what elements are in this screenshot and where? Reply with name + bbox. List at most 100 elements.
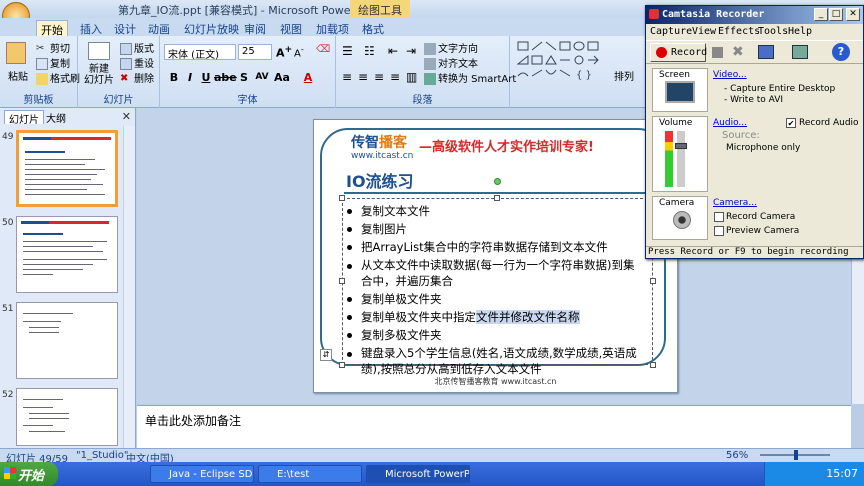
zoom-slider-thumb[interactable] [794, 450, 798, 460]
smartart-button[interactable]: 转换为 SmartArt [424, 70, 516, 85]
webcam-icon[interactable] [673, 211, 691, 229]
thumbnail-row[interactable]: 51 [0, 302, 134, 382]
stop-icon[interactable] [712, 47, 723, 58]
video-settings-link[interactable]: Video... [713, 70, 747, 80]
grow-font-button[interactable]: A+ [276, 44, 292, 60]
volume-slider-track[interactable] [677, 131, 685, 187]
align-text-button[interactable]: 对齐文本 [424, 55, 478, 70]
record-button[interactable]: Record [650, 43, 707, 62]
delete-slide-button[interactable]: ✖ 删除 [120, 70, 154, 85]
justify-button[interactable]: ≡ [390, 70, 400, 84]
resize-handle[interactable] [494, 195, 500, 201]
cut-button[interactable]: ✂ 剪切 [36, 40, 70, 55]
autofit-options-icon[interactable]: ⇵ [320, 349, 332, 361]
tab-home[interactable]: 开始 [36, 20, 68, 37]
tab-slides-panel[interactable]: 幻灯片 [4, 110, 44, 126]
taskbar-item[interactable]: E:\test [258, 465, 362, 483]
tab-insert[interactable]: 插入 [76, 20, 106, 36]
resize-handle[interactable] [650, 278, 656, 284]
slide-number: 50 [2, 218, 14, 228]
panel-scrollbar[interactable] [123, 126, 135, 448]
delete-icon[interactable]: ✖ [732, 44, 744, 60]
align-right-button[interactable]: ≡ [374, 70, 384, 84]
menu-capture[interactable]: Capture [650, 26, 692, 37]
align-center-button[interactable]: ≡ [358, 70, 368, 84]
menu-effects[interactable]: Effects [718, 26, 760, 37]
reset-button[interactable]: 重设 [120, 55, 154, 70]
tab-view[interactable]: 视图 [276, 20, 306, 36]
format-painter-button[interactable]: 格式刷 [36, 70, 80, 85]
slide-thumbnail[interactable] [16, 388, 118, 446]
record-camera-checkbox[interactable] [714, 212, 724, 222]
tab-format[interactable]: 格式 [358, 20, 388, 36]
font-name-select[interactable]: 宋体 (正文) [164, 44, 236, 61]
tab-animation[interactable]: 动画 [144, 20, 174, 36]
shrink-font-button[interactable]: A- [294, 44, 304, 59]
indent-decrease-button[interactable]: ⇤ [388, 44, 398, 58]
menu-tools[interactable]: Tools [758, 26, 788, 37]
monitor-icon[interactable] [665, 81, 695, 103]
bullet-list[interactable]: 复制文本文件 复制图片 把ArrayList集合中的字符串数据存储到文本文件 从… [344, 202, 644, 378]
volume-slider-thumb[interactable] [675, 143, 687, 149]
slide[interactable]: 传智播客 www.itcast.cn —高级软件人才实作培训专家! IO流练习 … [313, 119, 678, 393]
clear-format-button[interactable]: ⌫ [316, 44, 330, 55]
slide-thumbnail[interactable] [16, 302, 118, 379]
thumbnail-row[interactable]: 52 [0, 388, 134, 446]
camera-label: Camera [659, 198, 695, 208]
close-button[interactable]: ✕ [846, 8, 860, 21]
slide-thumbnail[interactable] [16, 130, 118, 207]
taskbar-item[interactable]: Microsoft PowerP... [366, 465, 470, 483]
tab-slideshow[interactable]: 幻灯片放映 [180, 20, 243, 36]
strikethrough-button[interactable]: abe [214, 70, 237, 85]
paste-button[interactable]: 粘贴 [8, 68, 28, 83]
align-left-button[interactable]: ≡ [342, 70, 352, 84]
help-icon[interactable]: ? [832, 43, 850, 61]
screen-select-icon[interactable] [758, 45, 774, 59]
char-spacing-button[interactable]: AV [254, 70, 270, 85]
preview-camera-checkbox[interactable] [714, 226, 724, 236]
change-case-button[interactable]: Aa [274, 70, 290, 85]
rotate-handle[interactable] [494, 178, 501, 185]
bold-button[interactable]: B [166, 70, 182, 85]
tab-review[interactable]: 审阅 [240, 20, 270, 36]
copy-button[interactable]: 复制 [36, 55, 70, 70]
shapes-gallery[interactable]: { } [516, 40, 608, 82]
arrange-button[interactable]: 排列 [614, 68, 634, 83]
shadow-button[interactable]: S [236, 70, 252, 85]
start-button[interactable]: 开始 [0, 462, 58, 486]
tab-outline-panel[interactable]: 大纲 [42, 110, 70, 125]
effects-icon[interactable] [792, 45, 808, 59]
columns-button[interactable]: ▥ [406, 70, 417, 84]
thumbnail-row[interactable]: 50 [0, 216, 134, 296]
notes-placeholder[interactable]: 单击此处添加备注 [145, 412, 241, 429]
camera-settings-link[interactable]: Camera... [713, 198, 757, 208]
slogan: —高级软件人才实作培训专家! [419, 140, 594, 155]
resize-handle[interactable] [339, 195, 345, 201]
tab-design[interactable]: 设计 [110, 20, 140, 36]
audio-settings-link[interactable]: Audio... [713, 118, 747, 128]
layout-button[interactable]: 版式 [120, 40, 154, 55]
close-icon[interactable]: ✕ [122, 110, 131, 123]
font-color-button[interactable]: A [300, 70, 316, 85]
camtasia-recorder-window: Camtasia Recorder _ □ ✕ Capture View Eff… [645, 5, 864, 259]
taskbar-item[interactable]: Java - Eclipse SDK [150, 465, 254, 483]
new-slide-button[interactable]: 新建 幻灯片 [84, 64, 114, 86]
bullets-button[interactable]: ☰ [342, 44, 353, 58]
record-audio-checkbox[interactable]: ✔ [786, 118, 796, 128]
indent-increase-button[interactable]: ⇥ [406, 44, 416, 58]
italic-button[interactable]: I [182, 70, 198, 85]
numbering-button[interactable]: ☷ [364, 44, 375, 58]
menu-view[interactable]: View [692, 26, 716, 37]
menu-help[interactable]: Help [788, 26, 812, 37]
text-direction-button[interactable]: 文字方向 [424, 40, 478, 55]
resize-handle[interactable] [650, 362, 656, 368]
underline-button[interactable]: U [198, 70, 214, 85]
font-size-select[interactable]: 25 [238, 44, 272, 60]
maximize-button[interactable]: □ [829, 8, 843, 21]
tab-addins[interactable]: 加载项 [312, 20, 353, 36]
minimize-button[interactable]: _ [814, 8, 828, 21]
slide-title[interactable]: IO流练习 [346, 168, 414, 192]
thumbnail-row[interactable]: 49 [0, 130, 134, 210]
slide-thumbnail[interactable] [16, 216, 118, 293]
notes-pane[interactable]: 单击此处添加备注 [137, 405, 851, 448]
